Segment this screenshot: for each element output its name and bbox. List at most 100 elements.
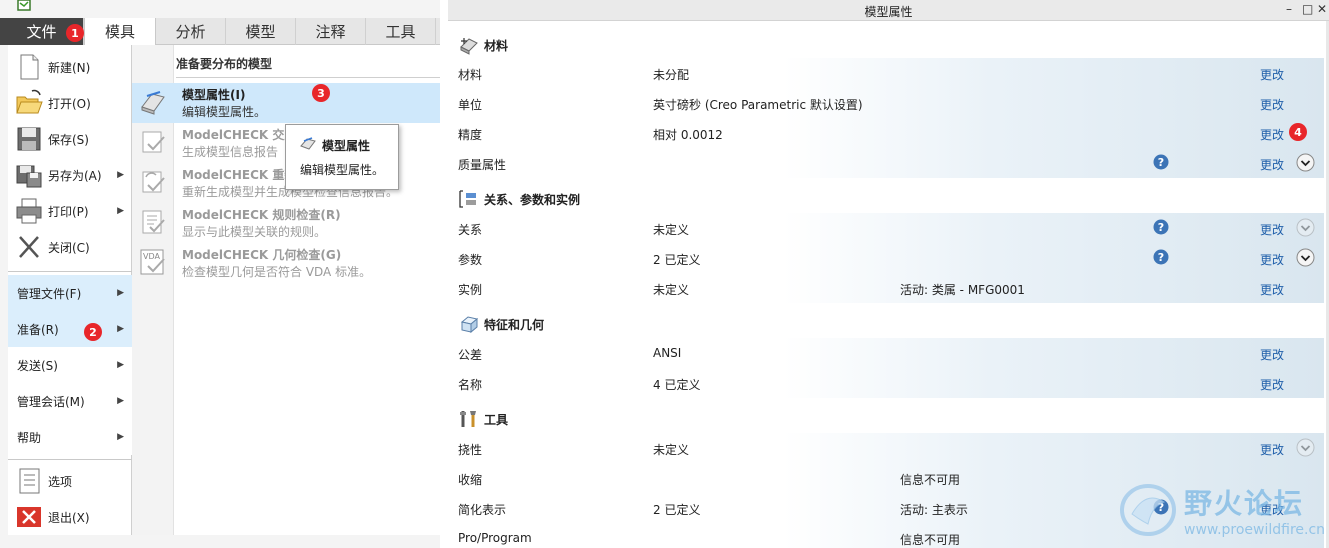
- property-row-parameters: 参数 2 已定义 ? 更改: [452, 243, 1324, 273]
- print-icon: [16, 198, 42, 224]
- options-list-icon: [19, 468, 40, 494]
- menu-item-options[interactable]: 选项: [8, 463, 132, 499]
- help-icon[interactable]: ?: [1153, 219, 1169, 235]
- panel-item-title: ModelCHECK 交互: [182, 128, 297, 142]
- section-features: 特征和几何: [452, 306, 1324, 340]
- change-link[interactable]: 更改: [1260, 96, 1284, 113]
- modelcheck-regenerate-icon: [142, 171, 165, 193]
- change-link[interactable]: 更改: [1260, 221, 1284, 238]
- panel-item-desc: 编辑模型属性。: [182, 105, 267, 119]
- property-value: 未定义: [653, 443, 690, 457]
- property-value: 未定义: [653, 223, 690, 237]
- property-row-mass-properties: 质量属性 ? 更改: [452, 148, 1324, 178]
- file-menu-window: 文件 模具 分析 模型 注释 工具 新建(N) 打开(O) 保存(S) 另存为(…: [0, 0, 440, 548]
- menu-item-help[interactable]: 帮助 ▶: [8, 419, 132, 455]
- menu-item-manage-session[interactable]: 管理会话(M) ▶: [8, 383, 132, 419]
- menu-item-send[interactable]: 发送(S) ▶: [8, 347, 132, 383]
- tab-annotate-label: 注释: [315, 23, 346, 41]
- change-link[interactable]: 更改: [1260, 376, 1284, 393]
- menu-item-label: 管理文件(F): [17, 286, 82, 301]
- property-label: 名称: [458, 378, 483, 392]
- change-link[interactable]: 更改: [1260, 156, 1284, 173]
- close-button[interactable]: ✕: [1317, 2, 1327, 16]
- save-as-icon: [16, 165, 42, 188]
- panel-item-desc: 检查模型几何是否符合 VDA 标准。: [182, 265, 372, 279]
- menu-item-save[interactable]: 保存(S): [8, 121, 132, 157]
- menu-item-label: 保存(S): [48, 132, 89, 147]
- watermark-text: 野火论坛: [1184, 487, 1305, 520]
- property-row-material: 材料 未分配 更改: [452, 58, 1324, 88]
- tab-model[interactable]: 模型: [226, 18, 296, 45]
- property-label: 简化表示: [458, 503, 507, 517]
- property-label: 公差: [458, 348, 483, 362]
- section-tools: 工具: [452, 401, 1324, 435]
- tab-model-label: 模型: [245, 23, 276, 41]
- submenu-arrow-icon: ▶: [117, 324, 124, 334]
- tab-analysis[interactable]: 分析: [156, 18, 226, 45]
- property-value: 2 已定义: [653, 503, 701, 517]
- panel-divider: [176, 77, 440, 78]
- change-link[interactable]: 更改: [1260, 281, 1284, 298]
- model-properties-icon: [300, 137, 316, 150]
- submenu-arrow-icon: ▶: [117, 170, 124, 180]
- help-icon[interactable]: ?: [1153, 249, 1169, 265]
- property-row-flexibility: 挠性 未定义 更改: [452, 433, 1324, 463]
- submenu-arrow-icon: ▶: [117, 432, 124, 442]
- model-properties-tooltip: 模型属性 编辑模型属性。: [285, 124, 399, 190]
- modelcheck-vda-icon: VDA: [140, 249, 165, 275]
- expand-chevron-icon[interactable]: [1296, 248, 1315, 267]
- svg-text:?: ?: [1158, 251, 1164, 264]
- expand-chevron-icon[interactable]: [1296, 438, 1315, 457]
- menu-item-label: 打印(P): [48, 204, 89, 219]
- menu-item-manage-file[interactable]: 管理文件(F) ▶: [8, 275, 132, 311]
- submenu-arrow-icon: ▶: [117, 206, 124, 216]
- panel-item-model-properties[interactable]: 模型属性(I) 编辑模型属性。: [132, 83, 440, 123]
- file-menu-commands: 新建(N) 打开(O) 保存(S) 另存为(A) ▶ 打印(P) ▶ 关闭(C)…: [8, 45, 132, 535]
- expand-chevron-icon[interactable]: [1296, 218, 1315, 237]
- close-x-icon: [19, 236, 39, 258]
- property-label: 实例: [458, 283, 483, 297]
- menu-item-prepare[interactable]: 准备(R) ▶: [8, 311, 132, 347]
- tab-annotate[interactable]: 注释: [296, 18, 366, 45]
- change-link[interactable]: 更改: [1260, 126, 1284, 143]
- menu-item-exit[interactable]: 退出(X): [8, 499, 132, 535]
- step-badge-2: 2: [84, 323, 102, 341]
- menu-item-label: 新建(N): [48, 60, 91, 75]
- prepare-panel: 准备要分布的模型 模型属性(I) 编辑模型属性。 ModelCHECK 交互 生…: [132, 45, 440, 535]
- change-link[interactable]: 更改: [1260, 251, 1284, 268]
- panel-item-modelcheck-geometry[interactable]: VDA ModelCHECK 几何检查(G) 检查模型几何是否符合 VDA 标准…: [132, 243, 440, 283]
- menu-item-open[interactable]: 打开(O): [8, 85, 132, 121]
- watermark-url: www.proewildfire.cn: [1184, 522, 1326, 538]
- menu-item-print[interactable]: 打印(P) ▶: [8, 193, 132, 229]
- property-extra: 活动: 主表示: [900, 503, 968, 517]
- menu-item-label: 帮助: [17, 430, 42, 445]
- menu-item-label: 打开(O): [48, 96, 91, 111]
- menu-item-label: 准备(R): [17, 322, 59, 337]
- minimize-button[interactable]: –: [1286, 2, 1292, 16]
- menu-item-save-as[interactable]: 另存为(A) ▶: [8, 157, 132, 193]
- watermark: 野火论坛 www.proewildfire.cn: [1118, 478, 1328, 544]
- property-row-names: 名称 4 已定义 更改: [452, 368, 1324, 398]
- change-link[interactable]: 更改: [1260, 66, 1284, 83]
- tooltip-title: 模型属性: [322, 139, 371, 153]
- help-icon[interactable]: ?: [1153, 154, 1169, 170]
- modelcheck-rules-icon: [142, 210, 165, 234]
- menu-item-new[interactable]: 新建(N): [8, 49, 132, 85]
- section-title: 关系、参数和实例: [484, 193, 581, 207]
- expand-chevron-icon[interactable]: [1296, 153, 1315, 172]
- exit-icon: [17, 507, 41, 527]
- change-link[interactable]: 更改: [1260, 441, 1284, 458]
- quick-access-icon[interactable]: [10, 0, 36, 14]
- menu-item-label: 发送(S): [17, 358, 58, 373]
- tab-tools[interactable]: 工具: [366, 18, 436, 45]
- property-value: 4 已定义: [653, 378, 701, 392]
- menu-item-close[interactable]: 关闭(C): [8, 229, 132, 265]
- change-link[interactable]: 更改: [1260, 346, 1284, 363]
- property-label: 精度: [458, 128, 483, 142]
- menu-item-label: 退出(X): [48, 510, 90, 525]
- property-value: 2 已定义: [653, 253, 701, 267]
- tab-mold[interactable]: 模具: [84, 18, 156, 45]
- relations-icon: [459, 190, 476, 208]
- panel-item-modelcheck-rules[interactable]: ModelCHECK 规则检查(R) 显示与此模型关联的规则。: [132, 203, 440, 243]
- maximize-button[interactable]: □: [1302, 2, 1313, 16]
